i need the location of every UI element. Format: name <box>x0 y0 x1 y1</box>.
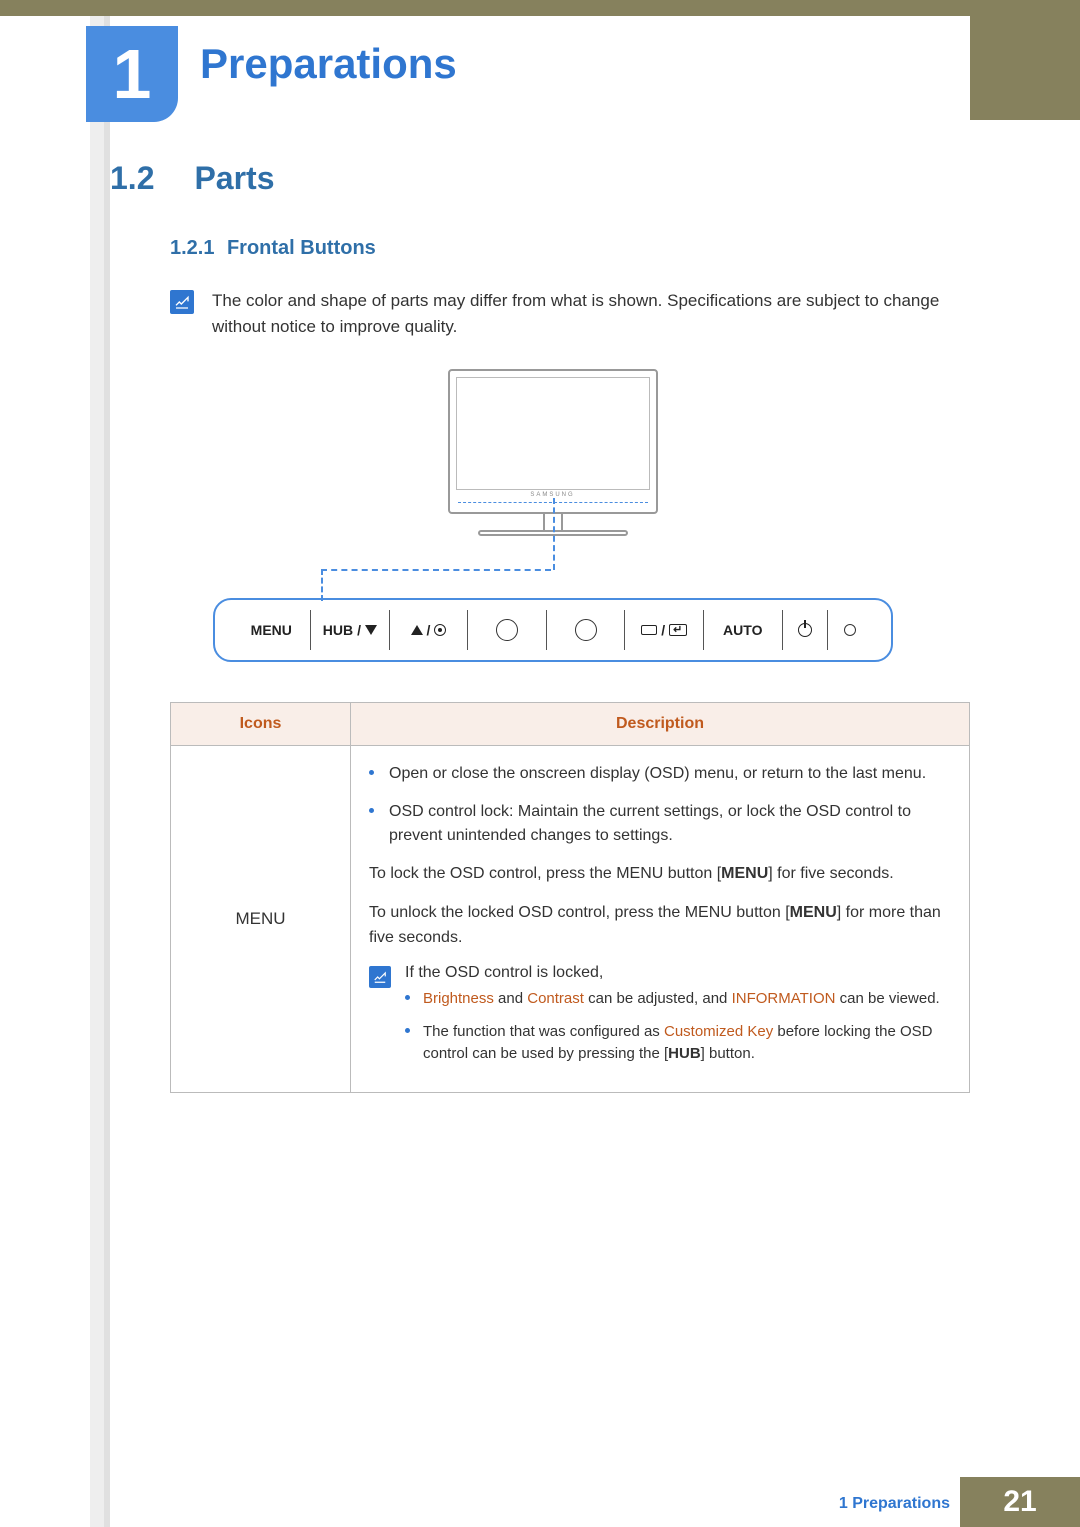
circle-outline-icon <box>575 619 597 641</box>
callout-line-vertical <box>553 498 555 570</box>
menu-button-label: MENU <box>721 865 768 882</box>
text-fragment: can be viewed. <box>835 990 939 1007</box>
front-button-panel: MENU HUB / / / AUTO <box>213 598 893 662</box>
panel-separator <box>703 610 704 650</box>
panel-hub-down: HUB / <box>313 622 387 638</box>
table-header-description: Description <box>351 703 970 746</box>
bullet-item: OSD control lock: Maintain the current s… <box>369 800 951 848</box>
table-header-row: Icons Description <box>171 703 970 746</box>
bullet-item: Open or close the onscreen display (OSD)… <box>369 762 951 786</box>
monitor-frame: SAMSUNG <box>448 369 658 514</box>
note-icon <box>369 966 391 988</box>
hub-button-label: HUB <box>668 1045 701 1062</box>
description-bullets: Open or close the onscreen display (OSD)… <box>369 762 951 848</box>
dot-circle-icon <box>434 624 446 636</box>
note-icon <box>170 290 194 314</box>
panel-led <box>830 624 870 636</box>
subsection-heading: 1.2.1 Frontal Buttons <box>170 237 995 260</box>
chapter-title: Preparations <box>200 40 457 88</box>
subsection-title: Frontal Buttons <box>227 237 376 259</box>
menu-button-label: MENU <box>790 904 837 921</box>
panel-separator <box>827 610 828 650</box>
panel-up-target: / <box>392 622 466 638</box>
footer-breadcrumb: 1 Preparations <box>839 1495 950 1513</box>
highlight-brightness: Brightness <box>423 990 494 1007</box>
section-number: 1.2 <box>110 160 190 197</box>
enter-rect-icon <box>669 624 687 636</box>
top-decoration-bar <box>0 0 1080 16</box>
sub-bullet-item: The function that was configured as Cust… <box>405 1021 951 1066</box>
panel-circle-1 <box>470 619 544 641</box>
chapter-badge: 1 <box>86 26 178 122</box>
callout-line-horizontal <box>321 569 551 571</box>
text-fragment: To lock the OSD control, press the MENU … <box>369 865 721 882</box>
text-fragment: ] button. <box>701 1045 755 1062</box>
highlight-contrast: Contrast <box>527 990 584 1007</box>
sub-bullet-item: Brightness and Contrast can be adjusted,… <box>405 988 951 1011</box>
unlock-paragraph: To unlock the locked OSD control, press … <box>369 901 951 951</box>
note-block: The color and shape of parts may differ … <box>170 288 995 339</box>
panel-hub-label: HUB <box>323 622 353 638</box>
panel-source-enter: / <box>627 622 701 638</box>
subsection-number: 1.2.1 <box>170 237 214 259</box>
sub-note-block: If the OSD control is locked, Brightness… <box>369 964 951 1076</box>
callout-line-down <box>321 569 323 601</box>
panel-power <box>785 623 825 637</box>
row-description-cell: Open or close the onscreen display (OSD)… <box>351 746 970 1093</box>
panel-separator <box>546 610 547 650</box>
lock-paragraph: To lock the OSD control, press the MENU … <box>369 862 951 887</box>
text-fragment: ] for five seconds. <box>768 865 893 882</box>
triangle-up-icon <box>411 625 423 635</box>
panel-separator <box>389 610 390 650</box>
monitor-screen <box>456 377 650 490</box>
panel-auto: AUTO <box>706 622 780 638</box>
right-decoration-block <box>970 0 1080 120</box>
slash-label: / <box>427 622 431 638</box>
row-icon-cell: MENU <box>171 746 351 1093</box>
text-fragment: and <box>494 990 527 1007</box>
highlight-information: INFORMATION <box>732 990 836 1007</box>
power-led-icon <box>844 624 856 636</box>
text-fragment: The function that was configured as <box>423 1023 664 1040</box>
panel-menu-label: MENU <box>251 622 292 638</box>
page-content: 1.2 Parts 1.2.1 Frontal Buttons The colo… <box>110 160 995 1093</box>
source-rect-icon <box>641 625 657 635</box>
panel-separator <box>310 610 311 650</box>
sub-note-content: If the OSD control is locked, Brightness… <box>405 964 951 1076</box>
panel-menu: MENU <box>235 622 309 638</box>
sub-note-intro: If the OSD control is locked, <box>405 964 951 982</box>
power-icon <box>798 623 812 637</box>
panel-separator <box>782 610 783 650</box>
circle-outline-icon <box>496 619 518 641</box>
panel-separator <box>467 610 468 650</box>
table-row-menu: MENU Open or close the onscreen display … <box>171 746 970 1093</box>
text-fragment: To unlock the locked OSD control, press … <box>369 904 790 921</box>
slash-label: / <box>357 622 361 638</box>
chapter-number: 1 <box>113 39 152 109</box>
description-table: Icons Description MENU Open or close the… <box>170 702 970 1093</box>
page-footer: 1 Preparations 21 <box>0 1477 1080 1527</box>
text-fragment: can be adjusted, and <box>584 990 732 1007</box>
note-text: The color and shape of parts may differ … <box>212 288 995 339</box>
highlight-customized-key: Customized Key <box>664 1023 773 1040</box>
sub-note-bullets: Brightness and Contrast can be adjusted,… <box>405 988 951 1066</box>
left-stripe-outer <box>90 16 104 1527</box>
panel-circle-2 <box>549 619 623 641</box>
panel-auto-label: AUTO <box>723 622 762 638</box>
table-header-icons: Icons <box>171 703 351 746</box>
triangle-down-icon <box>365 625 377 635</box>
panel-separator <box>624 610 625 650</box>
monitor-diagram: SAMSUNG MENU HUB / / <box>213 369 893 662</box>
section-heading: 1.2 Parts <box>110 160 995 197</box>
slash-label: / <box>661 622 665 638</box>
footer-page-number: 21 <box>960 1477 1080 1527</box>
section-title: Parts <box>194 160 274 196</box>
